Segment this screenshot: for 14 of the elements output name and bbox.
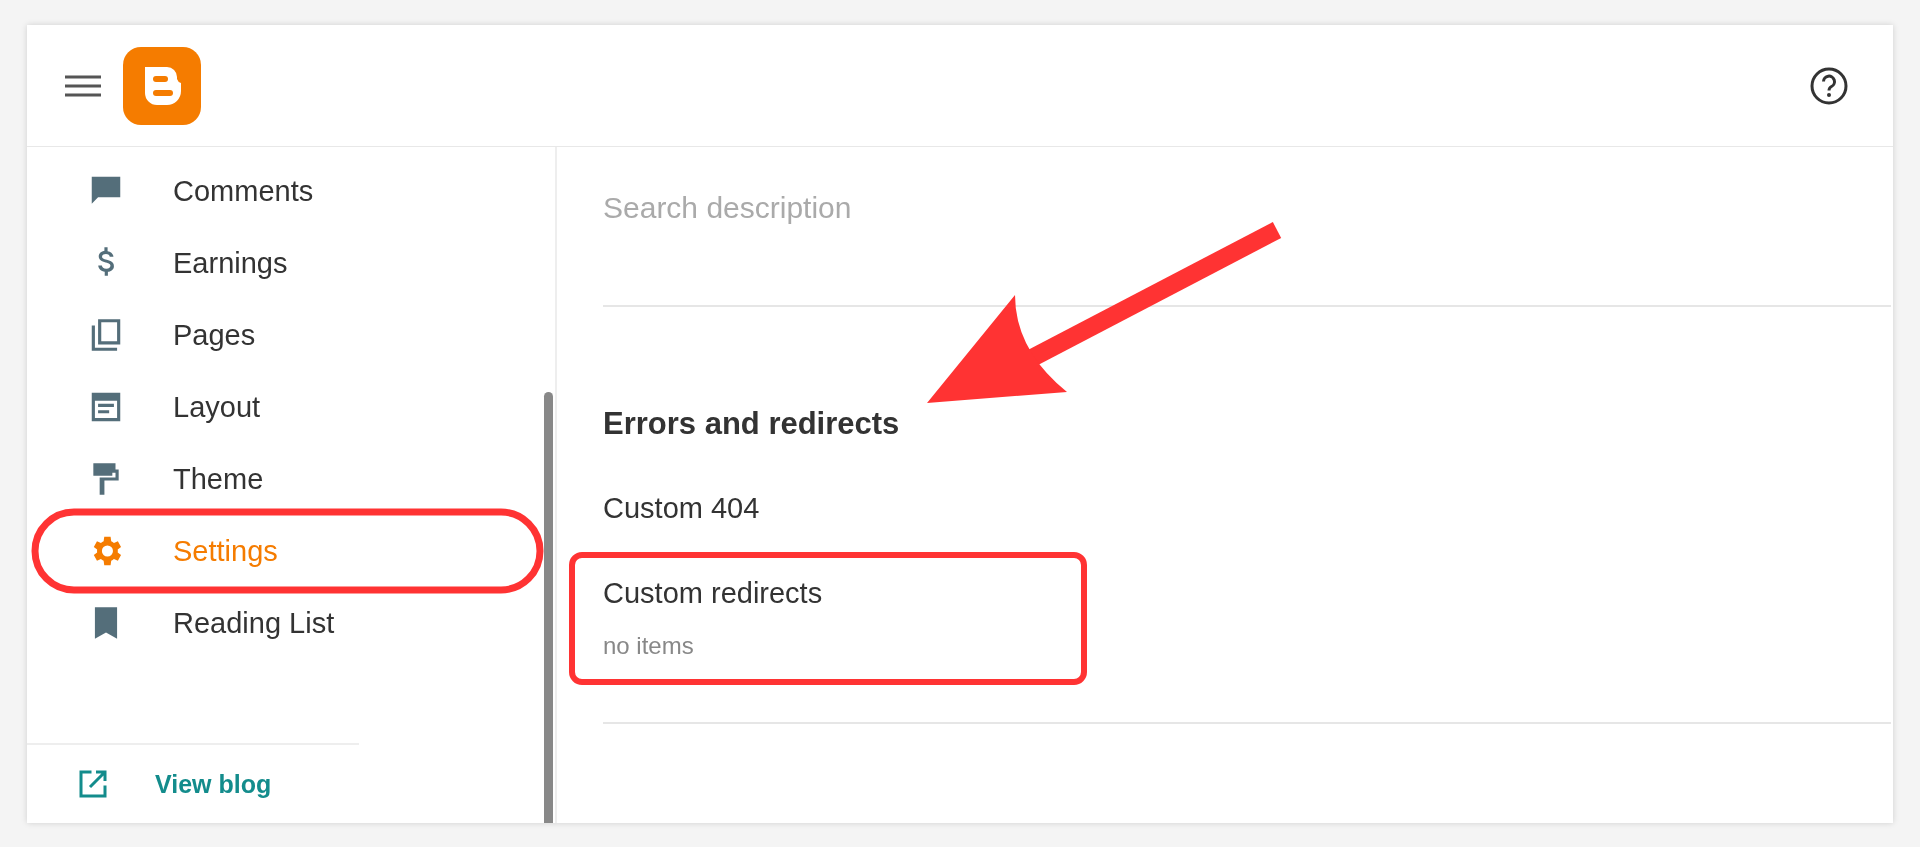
setting-label[interactable]: Custom redirects [603,577,823,610]
sidebar-item[interactable]: Reading List [57,593,355,653]
sidebar-item[interactable]: Earnings [57,233,308,293]
scrollbar[interactable] [544,392,553,823]
view-blog-link[interactable]: View blog [155,769,272,799]
sidebar-item[interactable]: Pages [57,305,276,365]
setting-value: no items [603,632,694,660]
setting-label[interactable]: Custom 404 [603,492,760,525]
help-icon[interactable] [1809,65,1849,106]
sidebar-item[interactable]: Layout [57,377,281,437]
sidebar-item[interactable]: Comments [57,161,334,221]
sidebar-item[interactable]: Theme [57,449,284,509]
blogger-logo[interactable] [123,46,201,125]
section-title: Errors and redirects [603,406,900,442]
